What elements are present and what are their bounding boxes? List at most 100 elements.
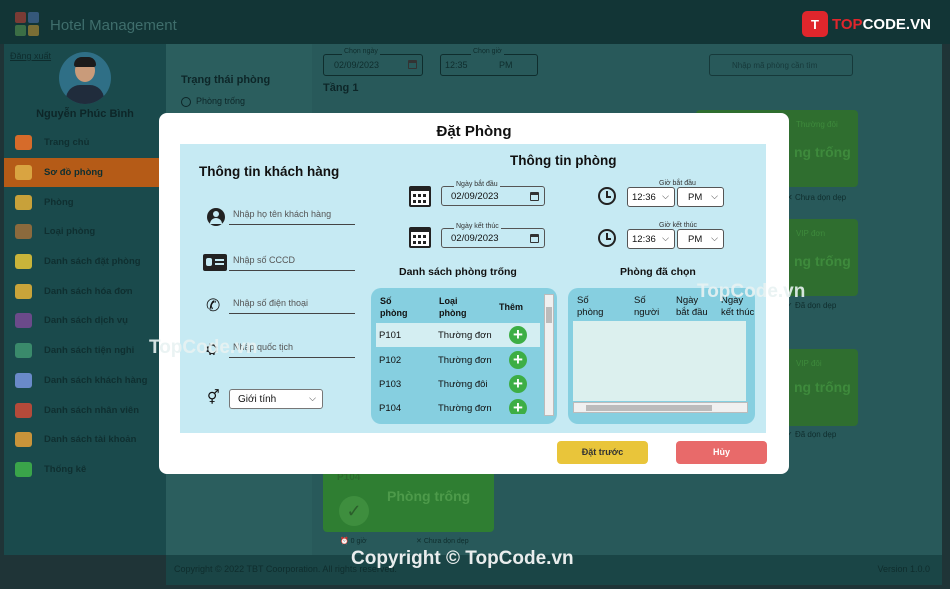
alarm-icon: ⏰ <box>340 538 351 545</box>
customer-name-input[interactable]: Nhập họ tên khách hàng <box>229 209 355 225</box>
sidebar-item-label: Danh sách dịch vụ <box>44 315 128 327</box>
sidebar-item[interactable]: Danh sách khách hàng <box>4 366 166 396</box>
watermark-text: Copyright © TopCode.vn <box>351 548 574 569</box>
dialog-title: Đặt Phòng <box>436 123 512 140</box>
table-row[interactable]: P102 Thường đơn + <box>376 348 540 372</box>
status-filter-title: Trạng thái phòng <box>181 74 271 86</box>
sidebar-item-label: Sơ đồ phòng <box>44 167 103 179</box>
date-picker[interactable]: Chọn ngày 02/09/2023 <box>323 48 423 76</box>
chevron-down-icon: ⌵ <box>711 191 718 201</box>
add-room-button[interactable]: + <box>509 375 527 393</box>
user-name: Nguyễn Phúc Bình <box>36 108 134 120</box>
sidebar-menu: Trang chủ Sơ đồ phòng Phòng Loại phòng Danh … <box>4 128 166 484</box>
sidebar-item[interactable]: Danh sách nhân viên <box>4 395 166 425</box>
app-title: Hotel Management <box>50 17 177 34</box>
table-row[interactable]: P104 Thường đơn + <box>376 396 540 414</box>
add-room-button[interactable]: + <box>509 326 527 344</box>
end-date-picker[interactable]: Ngày kết thúc 02/09/2023 <box>441 223 545 248</box>
end-time-picker[interactable]: 12:36 ⌵ PM ⌵ Giờ kết thúc <box>627 222 724 249</box>
person-icon <box>206 208 228 226</box>
customer-section-title: Thông tin khách hàng <box>199 164 340 179</box>
sidebar-item[interactable]: Danh sách tiện nghi <box>4 336 166 366</box>
radio-empty-room[interactable]: Phòng trống <box>181 96 245 107</box>
sidebar-item-label: Danh sách khách hàng <box>44 374 148 386</box>
title-bar: Hotel Management T TOPCODE.VN <box>0 0 950 44</box>
room-status: ✕ Chưa dọn dẹp <box>786 193 847 202</box>
version-text: Version 1.0.0 <box>877 564 930 574</box>
topcode-badge-icon: T <box>802 11 828 37</box>
gender-icon: ⚥ <box>207 389 220 405</box>
vertical-scrollbar[interactable] <box>544 294 554 416</box>
phone-input[interactable]: Nhập số điện thoại <box>229 298 355 314</box>
chart-pie-icon <box>15 461 32 477</box>
horizontal-scrollbar[interactable] <box>573 402 748 413</box>
close-icon: ✕ <box>416 538 424 545</box>
add-room-button[interactable]: + <box>509 399 527 414</box>
selected-rooms-table: Số phòng Số người Ngày bắt đầu Ngày kết … <box>568 288 755 424</box>
booking-dialog: Đặt Phòng Thông tin khách hàng Thông tin… <box>159 113 789 474</box>
room-search-input[interactable]: Nhập mã phòng cần tìm <box>709 54 853 76</box>
available-rooms-table: Số phòng Loại phòng Thêm P101 Thường đơn… <box>371 288 557 424</box>
room-status: ✓ Đã dọn dẹp <box>786 430 837 439</box>
selected-rooms-grid <box>573 321 746 401</box>
staff-icon <box>15 402 32 418</box>
avatar <box>59 52 111 104</box>
gender-select[interactable]: Giới tính ⌵ <box>229 389 323 409</box>
sidebar-item-label: Trang chủ <box>44 137 90 149</box>
chevron-down-icon: ⌵ <box>662 233 669 243</box>
sidebar-item[interactable]: Trang chủ <box>4 128 166 158</box>
start-date-picker[interactable]: Ngày bắt đầu 02/09/2023 <box>441 181 545 206</box>
sidebar-item[interactable]: Loại phòng <box>4 217 166 247</box>
sidebar-item-label: Danh sách tài khoản <box>44 434 137 446</box>
sidebar-item-label: Phòng <box>44 196 74 208</box>
check-circle-icon: ✓ <box>339 496 369 526</box>
service-icon <box>15 313 32 329</box>
cancel-button[interactable]: Hủy <box>676 441 767 464</box>
room-card-p104[interactable]: P104 Phòng trống ✓ <box>323 464 494 532</box>
alarm-clock-icon <box>598 187 616 205</box>
invoice-icon <box>15 283 32 299</box>
table-row[interactable]: P103 Thường đôi + <box>376 372 540 396</box>
app-logo-icon <box>15 12 39 36</box>
calendar-icon[interactable] <box>530 192 539 201</box>
chevron-down-icon: ⌵ <box>309 393 316 403</box>
bed-icon <box>15 194 32 210</box>
home-icon <box>15 135 32 151</box>
id-number-input[interactable]: Nhập số CCCD <box>229 255 355 271</box>
amenity-icon <box>15 343 32 359</box>
id-card-icon <box>203 254 227 271</box>
table-row[interactable]: P101 Thường đơn + <box>376 323 540 347</box>
booking-list-icon <box>15 254 32 270</box>
room-status: ✕ Chưa dọn dẹp <box>416 538 469 545</box>
room-type-icon <box>15 224 32 240</box>
chevron-down-icon: ⌵ <box>662 191 669 201</box>
alarm-clock-icon <box>598 229 616 247</box>
watermark-text: TopCode.vn <box>697 281 806 302</box>
chevron-down-icon: ⌵ <box>711 233 718 243</box>
sidebar-item[interactable]: Danh sách hóa đơn <box>4 276 166 306</box>
phone-icon: ✆ <box>206 296 221 315</box>
sidebar-item[interactable]: Phòng <box>4 187 166 217</box>
room-map-icon <box>15 165 32 181</box>
calendar-icon[interactable] <box>408 60 417 69</box>
book-button[interactable]: Đặt trước <box>557 441 648 464</box>
available-rooms-title: Danh sách phòng trống <box>399 266 517 278</box>
selected-rooms-title: Phòng đã chọn <box>620 266 696 278</box>
add-room-button[interactable]: + <box>509 351 527 369</box>
sidebar-item[interactable]: Danh sách tài khoản <box>4 425 166 455</box>
sidebar-item[interactable]: Thống kê <box>4 455 166 485</box>
account-icon <box>15 432 32 448</box>
logout-link[interactable]: Đăng xuất <box>10 51 51 61</box>
sidebar-item[interactable]: Danh sách dịch vụ <box>4 306 166 336</box>
start-time-picker[interactable]: 12:36 ⌵ PM ⌵ Giờ bắt đầu <box>627 180 724 207</box>
floor-label: Tầng 1 <box>323 82 359 94</box>
room-section-title: Thông tin phòng <box>510 153 617 168</box>
sidebar-item[interactable]: Danh sách đặt phòng <box>4 247 166 277</box>
sidebar-item-label: Danh sách nhân viên <box>44 404 140 416</box>
calendar-icon[interactable] <box>530 234 539 243</box>
time-picker[interactable]: Chọn giờ 12:35 PM <box>440 48 538 76</box>
sidebar-item[interactable]: Sơ đồ phòng <box>4 157 166 188</box>
sidebar-item-label: Danh sách đặt phòng <box>44 256 141 268</box>
dialog-body: Thông tin khách hàng Thông tin phòng Nhậ… <box>180 144 766 433</box>
calendar-icon <box>409 227 431 248</box>
